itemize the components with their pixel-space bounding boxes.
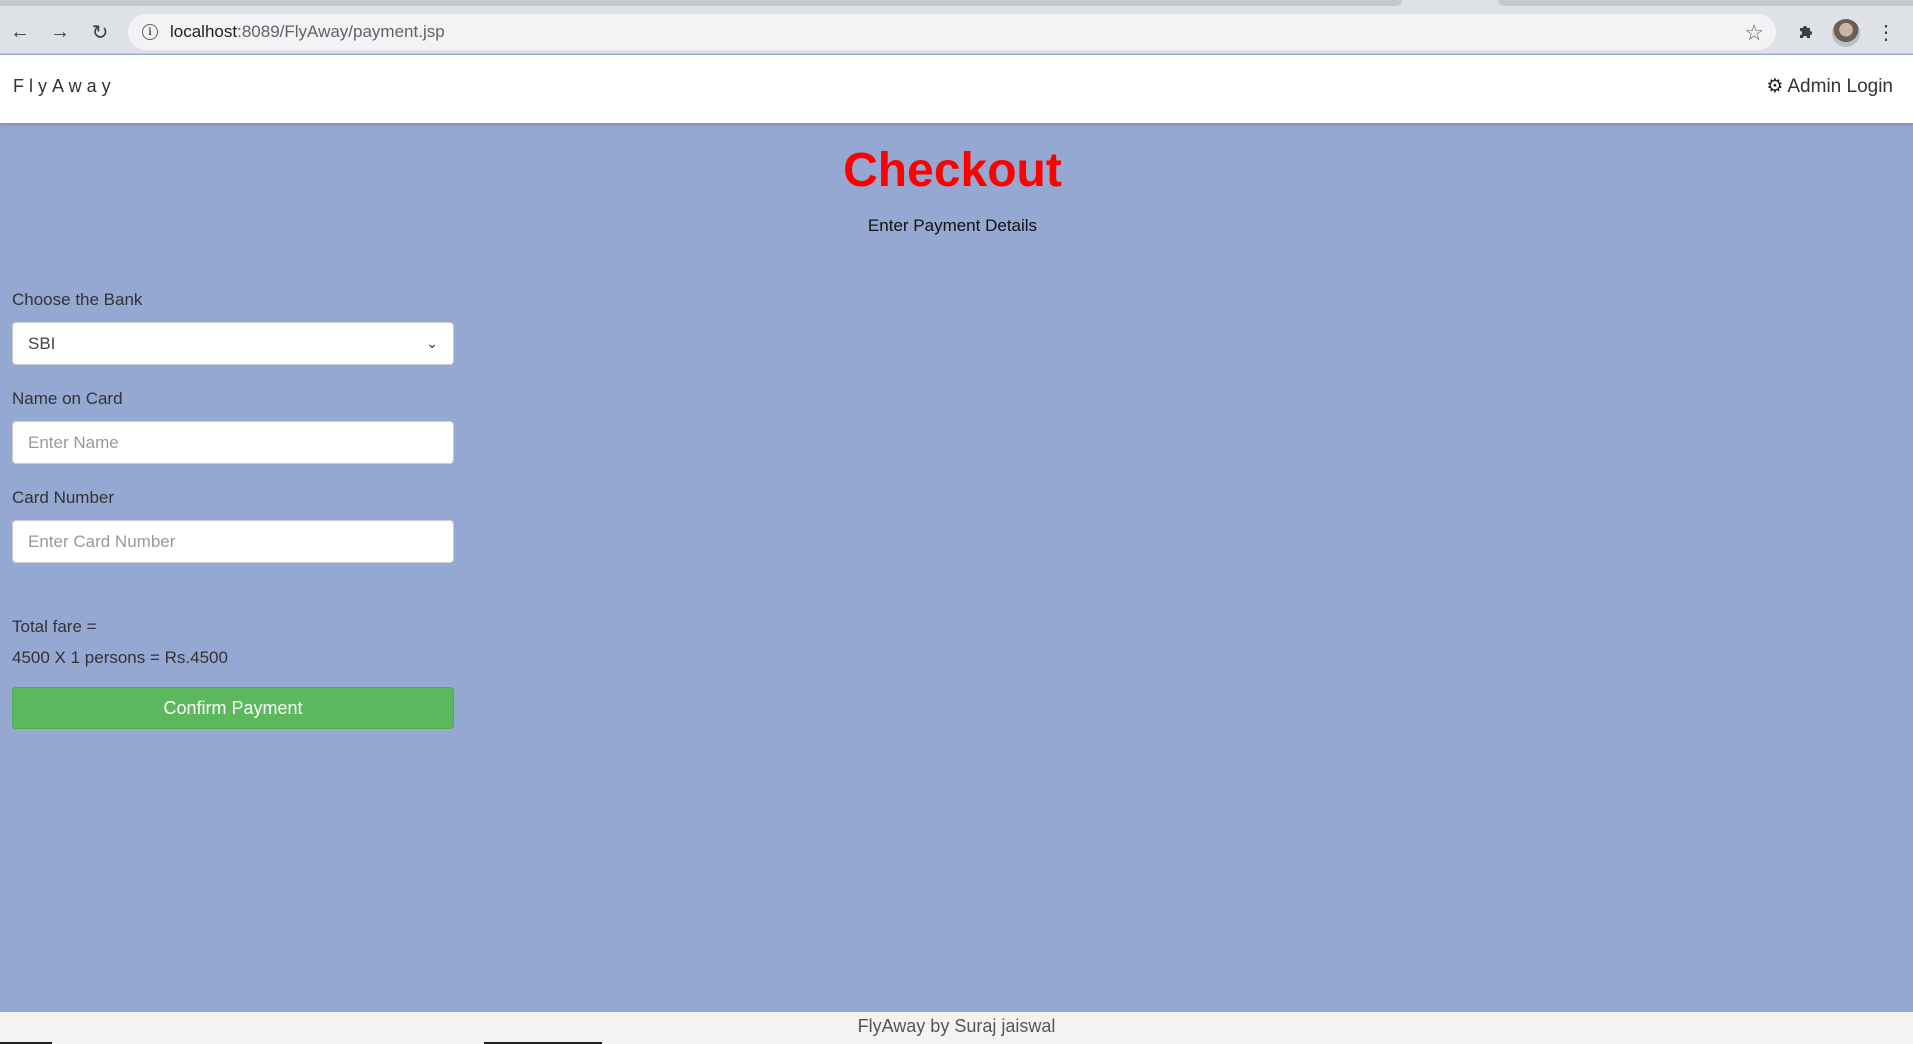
- extensions-icon[interactable]: [1790, 16, 1822, 48]
- url-text[interactable]: localhost:8089/FlyAway/payment.jsp: [170, 22, 445, 42]
- site-navbar: FlyAway ⚙ Admin Login: [0, 55, 1913, 123]
- taskbar-strip: [0, 1040, 1913, 1044]
- card-number-label: Card Number: [12, 488, 115, 507]
- page-title: Checkout: [843, 144, 1062, 197]
- brand-logo[interactable]: FlyAway: [13, 76, 116, 97]
- gear-icon: ⚙: [1766, 76, 1784, 97]
- more-menu-icon[interactable]: ⋮: [1870, 16, 1902, 48]
- back-icon[interactable]: ←: [4, 16, 36, 48]
- browser-tab[interactable]: [0, 0, 1402, 6]
- name-label: Name on Card: [12, 389, 123, 408]
- forward-icon[interactable]: →: [44, 16, 76, 48]
- name-group: Name on Card: [12, 389, 454, 464]
- admin-login-link[interactable]: ⚙ Admin Login: [1766, 75, 1893, 98]
- browser-tab[interactable]: [1498, 0, 1913, 6]
- reload-icon[interactable]: ↻: [84, 16, 116, 48]
- address-bar[interactable]: i localhost:8089/FlyAway/payment.jsp ☆: [128, 14, 1776, 50]
- name-on-card-input[interactable]: [28, 432, 438, 453]
- total-fare-label: Total fare =: [12, 617, 97, 636]
- profile-avatar[interactable]: [1832, 19, 1860, 47]
- bank-select[interactable]: SBI ⌄: [12, 322, 454, 365]
- card-number-input[interactable]: [28, 531, 438, 552]
- bank-label: Choose the Bank: [12, 290, 143, 309]
- info-icon[interactable]: i: [142, 24, 158, 40]
- chevron-down-icon: ⌄: [426, 335, 438, 351]
- bookmark-star-icon[interactable]: ☆: [1744, 20, 1764, 46]
- fare-calculation: 4500 X 1 persons = Rs.4500: [12, 648, 228, 667]
- browser-toolbar: ← → ↻ i localhost:8089/FlyAway/payment.j…: [0, 12, 1913, 54]
- confirm-payment-button[interactable]: Confirm Payment: [12, 687, 454, 729]
- card-field-wrapper: [12, 520, 454, 563]
- page-subtitle: Enter Payment Details: [867, 216, 1038, 235]
- name-field-wrapper: [12, 421, 454, 464]
- bank-selected-value: SBI: [28, 333, 56, 353]
- card-group: Card Number: [12, 488, 454, 563]
- bank-group: Choose the Bank SBI ⌄: [12, 290, 454, 365]
- payment-form: Choose the Bank SBI ⌄ Name on Card Card …: [12, 290, 454, 587]
- admin-login-label: Admin Login: [1787, 75, 1893, 97]
- browser-tabstrip: [0, 0, 1913, 12]
